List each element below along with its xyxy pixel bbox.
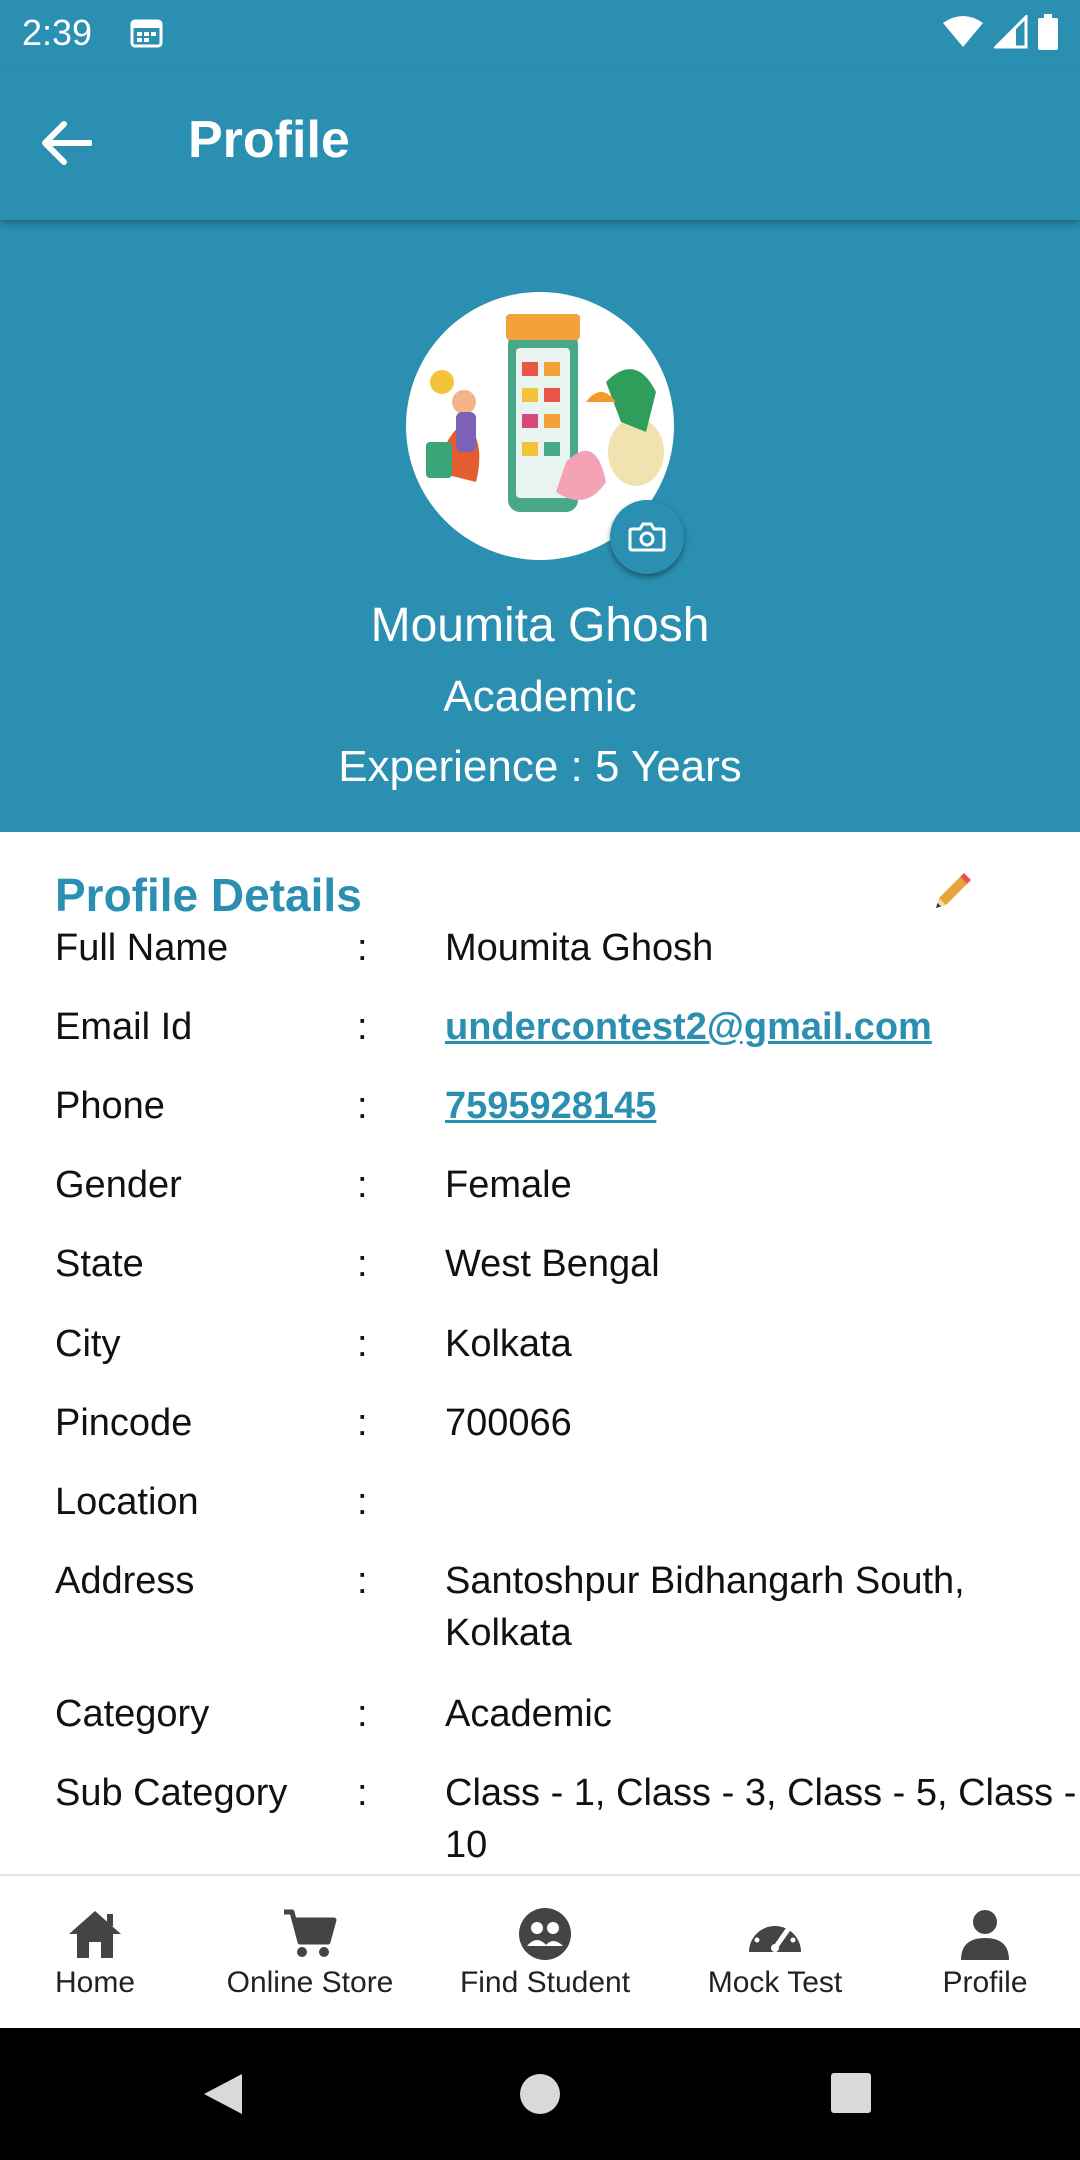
detail-value: 700066 [445,1402,572,1444]
detail-separator: : [357,1323,368,1365]
profile-name: Moumita Ghosh [370,599,710,652]
arrow-back-icon [42,121,92,165]
phone-link[interactable]: 7595928145 [445,1080,1080,1132]
cart-icon [280,1906,340,1962]
pencil-icon [936,873,971,908]
detail-separator: : [357,1006,368,1048]
email-link[interactable]: undercontest2@gmail.com [445,1001,1080,1053]
detail-label: Full Name [55,927,229,969]
back-button[interactable] [28,110,104,176]
change-photo-button[interactable] [610,500,684,574]
home-icon [65,1906,125,1962]
system-navigation-bar [0,2028,1080,2160]
nav-profile[interactable]: Profile [890,1876,1080,2028]
page-title: Profile [188,111,350,169]
detail-separator: : [357,1772,368,1814]
profile-category: Academic [443,672,637,721]
battery-icon [1038,14,1058,50]
nav-label: Mock Test [707,1966,843,1999]
detail-value: Santoshpur Bidhangarh South, Kolkata [445,1560,965,1654]
nav-find-student[interactable]: Find Student [430,1876,660,2028]
detail-label: Phone [55,1085,165,1127]
edit-button[interactable] [930,870,974,914]
section-title: Profile Details [55,869,362,921]
detail-label: Gender [55,1164,182,1206]
nav-label: Home [54,1966,136,1999]
person-icon [955,1906,1015,1962]
camera-icon [628,522,666,552]
detail-value: Moumita Ghosh [445,927,714,969]
detail-label: City [55,1323,121,1365]
profile-experience: Experience : 5 Years [338,742,742,791]
detail-separator: : [357,1243,368,1285]
detail-value: Female [445,1164,572,1206]
profile-header: Moumita Ghosh Academic Experience : 5 Ye… [0,220,1080,832]
calendar-notification-icon [130,19,163,48]
system-back-icon[interactable] [200,2070,246,2118]
detail-label: Sub Category [55,1772,288,1814]
detail-label: Category [55,1693,210,1735]
system-recents-icon[interactable] [830,2072,872,2114]
nav-label: Find Student [459,1966,631,1999]
detail-separator: : [357,927,368,969]
app-bar: Profile [0,66,1080,220]
detail-separator: : [357,1560,368,1602]
detail-label: Address [55,1560,195,1602]
nav-home[interactable]: Home [0,1876,190,2028]
nav-mock-test[interactable]: Mock Test [660,1876,890,2028]
status-time: 2:39 [22,12,93,53]
detail-separator: : [357,1402,368,1444]
detail-label: State [55,1243,144,1285]
detail-label: Pincode [55,1402,193,1444]
detail-value: Kolkata [445,1323,572,1365]
detail-value: Class - 1, Class - 3, Class - 5, Class -… [445,1772,1077,1866]
detail-value: West Bengal [445,1243,660,1285]
nav-label: Profile [942,1966,1028,1999]
wifi-icon [943,16,983,47]
detail-separator: : [357,1481,368,1523]
find-student-icon [515,1906,575,1962]
detail-separator: : [357,1693,368,1735]
speedometer-icon [745,1906,805,1962]
detail-separator: : [357,1085,368,1127]
signal-icon [994,15,1028,49]
detail-label: Location [55,1481,199,1523]
status-bar: 2:39 [0,0,1080,66]
bottom-navigation: Home Online Store Find Student Mock Test… [0,1874,1080,2028]
system-home-icon[interactable] [518,2072,562,2116]
profile-details: Profile Details Full Name : Moumita Ghos… [0,832,1080,1874]
detail-label: Email Id [55,1006,193,1048]
nav-label: Online Store [226,1966,394,1999]
detail-separator: : [357,1164,368,1206]
nav-online-store[interactable]: Online Store [190,1876,430,2028]
detail-value: Academic [445,1693,612,1735]
